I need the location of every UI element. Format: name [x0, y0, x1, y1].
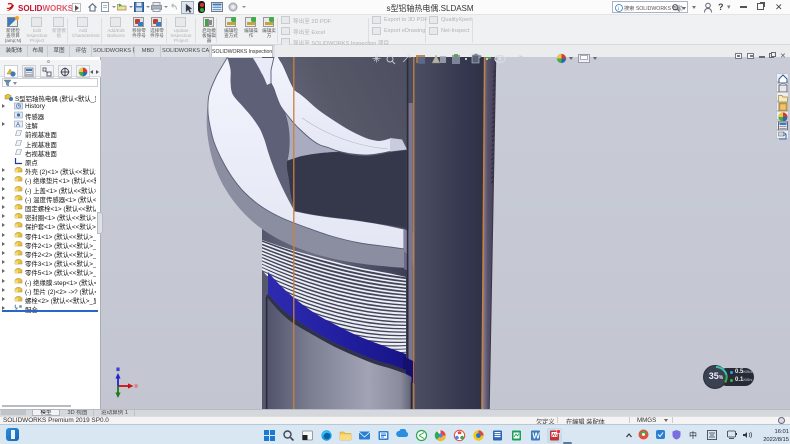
svg-text:A: A — [16, 123, 20, 129]
svg-text:W: W — [532, 431, 540, 440]
